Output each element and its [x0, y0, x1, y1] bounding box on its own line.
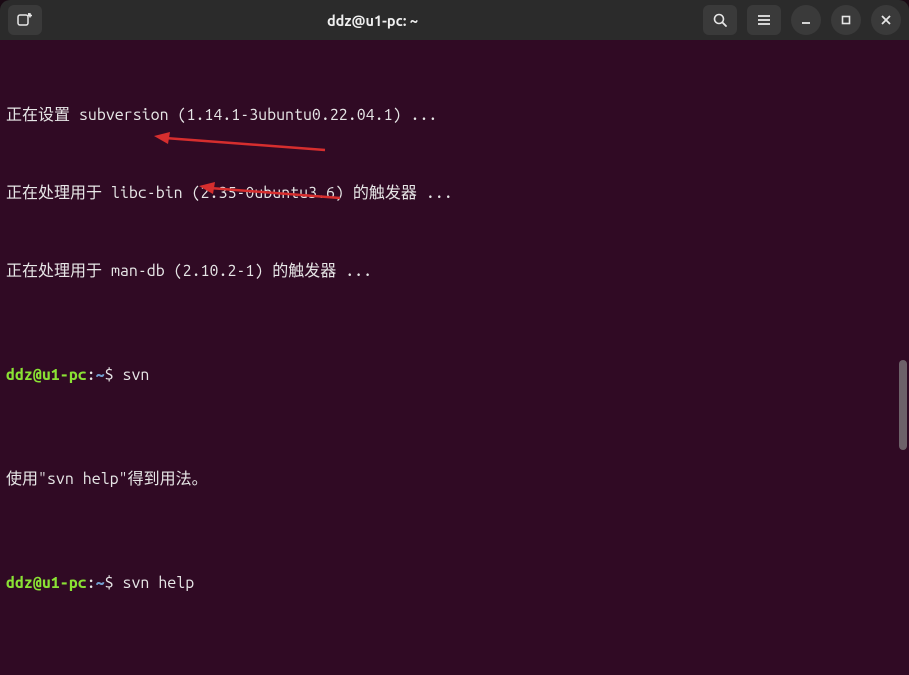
prompt-path: ~: [96, 574, 105, 592]
search-icon: [712, 12, 728, 28]
prompt-sep: :: [87, 574, 96, 592]
prompt-dollar: $: [105, 574, 123, 592]
prompt-line: ddz@u1-pc:~$ svn help: [6, 570, 903, 596]
output-line: 使用"svn help"得到用法。: [6, 466, 903, 492]
new-tab-button[interactable]: [8, 5, 42, 35]
maximize-icon: [840, 14, 852, 26]
minimize-icon: [800, 14, 812, 26]
prompt-user: ddz@u1-pc: [6, 366, 87, 384]
menu-button[interactable]: [747, 5, 781, 35]
titlebar: ddz@u1-pc: ~: [0, 0, 909, 40]
output-line: 正在设置 subversion (1.14.1-3ubuntu0.22.04.1…: [6, 102, 903, 128]
prompt-path: ~: [96, 366, 105, 384]
tab-plus-icon: [17, 12, 33, 28]
maximize-button[interactable]: [831, 5, 861, 35]
prompt-line: ddz@u1-pc:~$ svn: [6, 362, 903, 388]
titlebar-left: [8, 5, 42, 35]
minimize-button[interactable]: [791, 5, 821, 35]
hamburger-icon: [756, 12, 772, 28]
terminal-body[interactable]: 正在设置 subversion (1.14.1-3ubuntu0.22.04.1…: [0, 40, 909, 675]
window-title: ddz@u1-pc: ~: [50, 12, 695, 29]
close-icon: [880, 14, 892, 26]
output-line: 正在处理用于 man-db (2.10.2-1) 的触发器 ...: [6, 258, 903, 284]
prompt-sep: :: [87, 366, 96, 384]
output-line: 正在处理用于 libc-bin (2.35-0ubuntu3.6) 的触发器 .…: [6, 180, 903, 206]
prompt-user: ddz@u1-pc: [6, 574, 87, 592]
titlebar-right: [703, 5, 901, 35]
search-button[interactable]: [703, 5, 737, 35]
close-button[interactable]: [871, 5, 901, 35]
terminal-window: ddz@u1-pc: ~: [0, 0, 909, 675]
command-text: svn: [123, 366, 150, 384]
prompt-dollar: $: [105, 366, 123, 384]
scrollbar-thumb[interactable]: [899, 360, 907, 450]
annotation-arrow-icon: [150, 132, 330, 156]
command-text: svn help: [123, 574, 195, 592]
